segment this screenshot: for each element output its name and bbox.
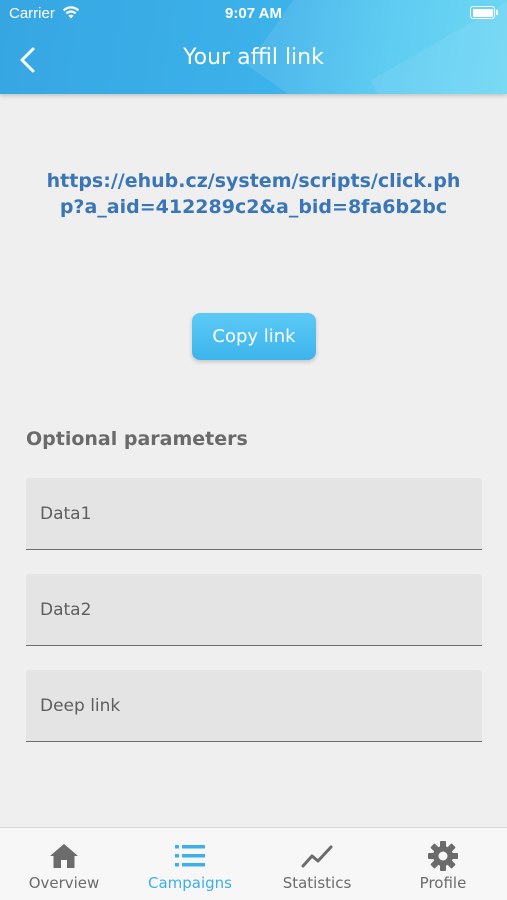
navigation-header: Carrier 9:07 AM Your affil link [0,0,507,94]
chart-line-icon [301,840,333,872]
data1-input[interactable] [26,478,482,549]
optional-parameters-heading: Optional parameters [26,428,248,450]
tab-profile-label: Profile [419,874,467,892]
page-title: Your affil link [183,45,324,70]
affiliate-link-text[interactable]: https://ehub.cz/system/scripts/click.php… [40,168,467,220]
copy-link-button[interactable]: Copy link [192,313,316,360]
tab-statistics-label: Statistics [282,874,352,892]
tab-bar: Overview Campaigns Statistics Profile [0,827,507,900]
gear-icon [427,840,459,872]
list-icon [174,840,206,872]
tab-overview-label: Overview [28,874,100,892]
home-icon [49,840,79,872]
data1-field[interactable] [26,478,482,550]
tab-statistics[interactable]: Statistics [254,828,380,900]
battery-icon [470,6,498,19]
tab-overview[interactable]: Overview [1,828,127,900]
data2-input[interactable] [26,574,482,645]
data2-field[interactable] [26,574,482,646]
tab-campaigns-label: Campaigns [147,874,232,892]
status-time: 9:07 AM [225,5,282,22]
tab-campaigns[interactable]: Campaigns [127,828,253,900]
deep-link-field[interactable] [26,670,482,742]
tab-profile[interactable]: Profile [380,828,506,900]
status-bar: Carrier 9:07 AM [0,0,507,28]
deep-link-input[interactable] [26,670,482,741]
